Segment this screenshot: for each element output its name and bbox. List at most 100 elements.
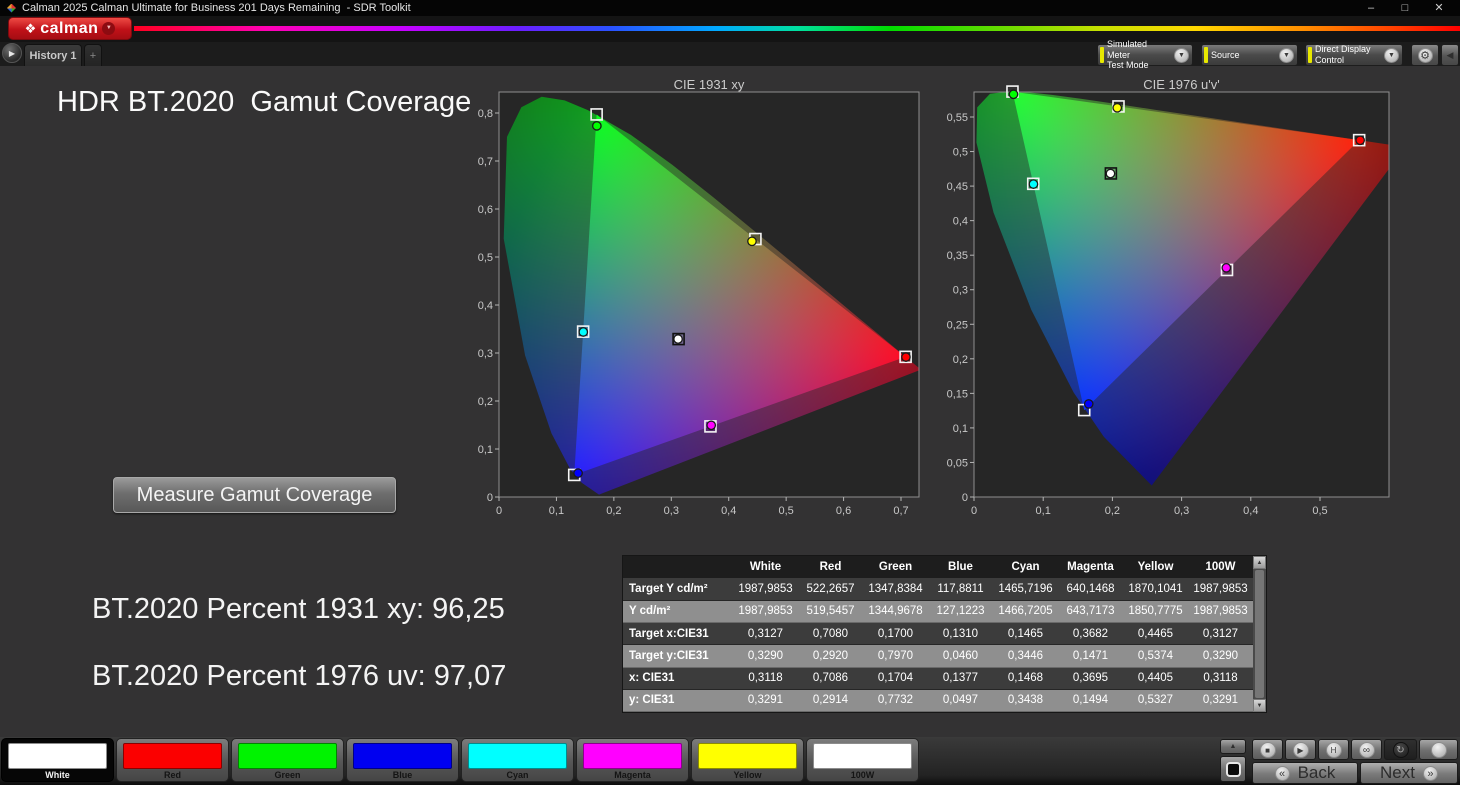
scroll-down-icon[interactable]: ▼ xyxy=(1253,699,1266,712)
swatch-label: Blue xyxy=(347,770,458,780)
table-cell: 0,1494 xyxy=(1058,689,1123,711)
table-scrollbar[interactable]: ▲ ▼ xyxy=(1253,556,1266,712)
chevron-down-icon[interactable]: ▼ xyxy=(1384,48,1399,63)
display-dropdown-line1: Direct Display Control xyxy=(1315,44,1381,66)
workflow-play-button[interactable]: ▶ xyxy=(2,43,22,63)
swatch-blue[interactable]: Blue xyxy=(346,738,459,782)
continuous-measure-button[interactable]: ∞ xyxy=(1351,739,1382,760)
swatch-color-block xyxy=(813,743,912,769)
swatch-red[interactable]: Red xyxy=(116,738,229,782)
table-cell: 0,5374 xyxy=(1123,645,1188,667)
collapse-panel-button[interactable]: ◀ xyxy=(1441,44,1459,66)
swatch-white[interactable]: White xyxy=(1,738,114,782)
table-cell: 0,4465 xyxy=(1123,623,1188,645)
table-cell: 522,2657 xyxy=(798,578,863,600)
chevron-down-icon[interactable]: ▼ xyxy=(1279,48,1294,63)
table-row: Target y:CIE310,32900,29200,79700,04600,… xyxy=(623,645,1253,667)
expand-controls-button[interactable]: ▲ xyxy=(1220,739,1246,754)
y-tick-label: 0,45 xyxy=(947,181,968,193)
swatch-magenta[interactable]: Magenta xyxy=(576,738,689,782)
table-row-label: Target y:CIE31 xyxy=(623,645,733,667)
chevron-up-icon: ▲ xyxy=(1230,743,1237,750)
table-row-label: y: CIE31 xyxy=(623,689,733,711)
table-column-header: Yellow xyxy=(1123,556,1188,578)
stop-all-button[interactable] xyxy=(1220,756,1246,782)
table-cell: 0,2920 xyxy=(798,645,863,667)
logo-menu-caret-icon[interactable]: ▼ xyxy=(102,22,115,35)
big-stop-icon xyxy=(1226,762,1241,777)
cie-1931-plot: 00,10,20,30,40,50,60,700,10,20,30,40,50,… xyxy=(470,76,922,524)
y-tick-label: 0,2 xyxy=(478,396,493,408)
scrollbar-thumb[interactable] xyxy=(1255,570,1264,698)
x-tick-label: 0,2 xyxy=(606,505,621,517)
chevron-down-icon[interactable]: ▼ xyxy=(1174,48,1189,63)
meter-dropdown-line2: Test Mode xyxy=(1107,60,1171,71)
x-tick-label: 0,1 xyxy=(1036,505,1051,517)
hold-button[interactable]: H xyxy=(1318,739,1349,760)
measure-gamut-coverage-button[interactable]: Measure Gamut Coverage xyxy=(113,477,396,513)
calman-logo-button[interactable]: ❖ calman ▼ xyxy=(8,17,132,40)
display-control-dropdown[interactable]: Direct Display Control ▼ xyxy=(1305,44,1403,66)
table-column-header: White xyxy=(733,556,798,578)
table-cell: 643,7173 xyxy=(1058,600,1123,622)
y-tick-label: 0,05 xyxy=(947,457,968,469)
percent-1976-readout: BT.2020 Percent 1976 uv: 97,07 xyxy=(92,660,506,693)
table-cell: 0,5327 xyxy=(1123,689,1188,711)
source-dropdown[interactable]: Source ▼ xyxy=(1201,44,1298,66)
table-row-label: Y cd/m² xyxy=(623,600,733,622)
swatch-color-block xyxy=(238,743,337,769)
y-tick-label: 0,3 xyxy=(953,285,968,297)
y-tick-label: 0,5 xyxy=(953,147,968,159)
cie-1976-chart: CIE 1976 u'v' 00,10,20,30,40,500,050,10,… xyxy=(945,76,1405,524)
indicator-light xyxy=(1419,739,1458,760)
table-row: Target x:CIE310,31270,70800,17000,13100,… xyxy=(623,623,1253,645)
x-tick-label: 0,5 xyxy=(1312,505,1327,517)
table-cell: 640,1468 xyxy=(1058,578,1123,600)
source-dropdown-line1: Source xyxy=(1211,50,1276,61)
scroll-up-icon[interactable]: ▲ xyxy=(1253,556,1266,569)
maximize-button[interactable]: □ xyxy=(1388,1,1422,16)
loop-measure-button-active[interactable]: ↻ xyxy=(1384,739,1417,760)
swatch-green[interactable]: Green xyxy=(231,738,344,782)
table-column-header: Cyan xyxy=(993,556,1058,578)
table-cell: 1870,1041 xyxy=(1123,578,1188,600)
table-cell: 0,3682 xyxy=(1058,623,1123,645)
cie-1976-chart-title: CIE 1976 u'v' xyxy=(974,77,1389,92)
table-cell: 1987,9853 xyxy=(1188,578,1253,600)
swatch-label: White xyxy=(2,770,113,780)
back-button[interactable]: « Back xyxy=(1252,762,1358,784)
table-cell: 1987,9853 xyxy=(733,600,798,622)
play-button[interactable]: ▶ xyxy=(1285,739,1316,760)
table-column-header: 100W xyxy=(1188,556,1253,578)
settings-button[interactable]: ⚙ xyxy=(1411,44,1439,66)
table-row: y: CIE310,32910,29140,77320,04970,34380,… xyxy=(623,689,1253,711)
swatch-cyan[interactable]: Cyan xyxy=(461,738,574,782)
measured-marker-red xyxy=(1356,136,1364,144)
x-tick-label: 0,1 xyxy=(549,505,564,517)
simulated-meter-dropdown[interactable]: Simulated Meter Test Mode ▼ xyxy=(1097,44,1193,66)
window-title: Calman 2025 Calman Ultimate for Business… xyxy=(22,2,1354,14)
swatch-label: 100W xyxy=(807,770,918,780)
table-row: Target Y cd/m²1987,9853522,26571347,8384… xyxy=(623,578,1253,600)
table-cell: 0,3438 xyxy=(993,689,1058,711)
swatch-100w[interactable]: 100W xyxy=(806,738,919,782)
cie-1976-plot: 00,10,20,30,40,500,050,10,150,20,250,30,… xyxy=(945,76,1405,524)
y-tick-label: 0,1 xyxy=(478,444,493,456)
swatch-label: Green xyxy=(232,770,343,780)
x-tick-label: 0,3 xyxy=(1174,505,1189,517)
swatch-color-block xyxy=(353,743,452,769)
tab-history-1[interactable]: History 1 xyxy=(24,44,82,66)
y-tick-label: 0,2 xyxy=(953,354,968,366)
next-button[interactable]: Next » xyxy=(1360,762,1458,784)
y-tick-label: 0,25 xyxy=(947,319,968,331)
close-button[interactable]: ✕ xyxy=(1422,1,1456,16)
minimize-button[interactable]: – xyxy=(1354,1,1388,16)
calman-window: Calman 2025 Calman Ultimate for Business… xyxy=(0,0,1460,785)
add-tab-button[interactable]: + xyxy=(84,44,102,66)
table-column-header: Magenta xyxy=(1058,556,1123,578)
measured-marker-green xyxy=(593,122,601,130)
table-cell: 0,3291 xyxy=(733,689,798,711)
table-cell: 0,1465 xyxy=(993,623,1058,645)
stop-button[interactable]: ■ xyxy=(1252,739,1283,760)
swatch-yellow[interactable]: Yellow xyxy=(691,738,804,782)
